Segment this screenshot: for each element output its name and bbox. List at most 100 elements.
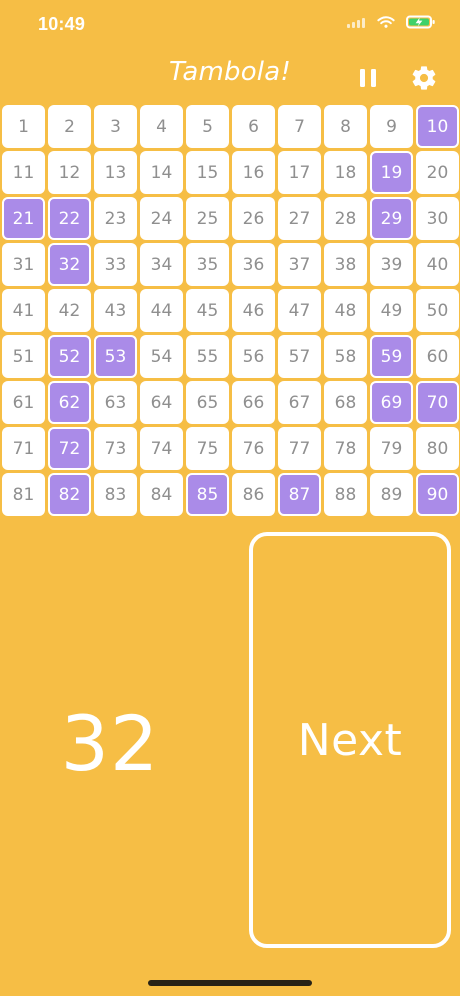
app-header: Tambola! xyxy=(0,54,460,98)
settings-button[interactable] xyxy=(406,60,442,96)
number-tile[interactable]: 9 xyxy=(370,105,413,148)
number-tile[interactable]: 4 xyxy=(140,105,183,148)
next-button-label: Next xyxy=(297,714,403,766)
number-tile[interactable]: 40 xyxy=(416,243,459,286)
number-tile[interactable]: 8 xyxy=(324,105,367,148)
number-tile[interactable]: 3 xyxy=(94,105,137,148)
number-tile[interactable]: 53 xyxy=(94,335,137,378)
number-tile[interactable]: 64 xyxy=(140,381,183,424)
number-tile[interactable]: 54 xyxy=(140,335,183,378)
number-tile[interactable]: 85 xyxy=(186,473,229,516)
number-tile[interactable]: 66 xyxy=(232,381,275,424)
number-tile[interactable]: 77 xyxy=(278,427,321,470)
number-tile[interactable]: 49 xyxy=(370,289,413,332)
number-tile[interactable]: 20 xyxy=(416,151,459,194)
number-tile[interactable]: 12 xyxy=(48,151,91,194)
number-tile[interactable]: 47 xyxy=(278,289,321,332)
number-tile[interactable]: 15 xyxy=(186,151,229,194)
number-tile[interactable]: 67 xyxy=(278,381,321,424)
number-tile[interactable]: 39 xyxy=(370,243,413,286)
number-tile[interactable]: 17 xyxy=(278,151,321,194)
number-tile[interactable]: 63 xyxy=(94,381,137,424)
number-tile[interactable]: 30 xyxy=(416,197,459,240)
number-tile[interactable]: 72 xyxy=(48,427,91,470)
number-tile[interactable]: 33 xyxy=(94,243,137,286)
number-tile[interactable]: 74 xyxy=(140,427,183,470)
number-tile[interactable]: 13 xyxy=(94,151,137,194)
number-tile[interactable]: 88 xyxy=(324,473,367,516)
number-tile[interactable]: 59 xyxy=(370,335,413,378)
number-tile[interactable]: 43 xyxy=(94,289,137,332)
number-tile[interactable]: 48 xyxy=(324,289,367,332)
number-tile[interactable]: 23 xyxy=(94,197,137,240)
number-tile[interactable]: 51 xyxy=(2,335,45,378)
number-tile[interactable]: 87 xyxy=(278,473,321,516)
number-tile[interactable]: 28 xyxy=(324,197,367,240)
number-tile[interactable]: 62 xyxy=(48,381,91,424)
number-tile[interactable]: 21 xyxy=(2,197,45,240)
number-tile[interactable]: 11 xyxy=(2,151,45,194)
number-tile[interactable]: 41 xyxy=(2,289,45,332)
number-tile[interactable]: 75 xyxy=(186,427,229,470)
number-tile[interactable]: 55 xyxy=(186,335,229,378)
number-tile[interactable]: 19 xyxy=(370,151,413,194)
number-tile[interactable]: 16 xyxy=(232,151,275,194)
number-tile[interactable]: 78 xyxy=(324,427,367,470)
status-icons xyxy=(346,15,436,29)
number-tile[interactable]: 25 xyxy=(186,197,229,240)
number-tile[interactable]: 1 xyxy=(2,105,45,148)
number-tile[interactable]: 6 xyxy=(232,105,275,148)
number-tile[interactable]: 29 xyxy=(370,197,413,240)
number-tile[interactable]: 2 xyxy=(48,105,91,148)
number-tile[interactable]: 60 xyxy=(416,335,459,378)
number-tile[interactable]: 65 xyxy=(186,381,229,424)
number-tile[interactable]: 57 xyxy=(278,335,321,378)
current-number: 32 xyxy=(60,698,160,788)
number-tile[interactable]: 89 xyxy=(370,473,413,516)
number-tile[interactable]: 68 xyxy=(324,381,367,424)
number-tile[interactable]: 71 xyxy=(2,427,45,470)
number-tile[interactable]: 14 xyxy=(140,151,183,194)
number-tile[interactable]: 46 xyxy=(232,289,275,332)
status-bar: 10:49 xyxy=(0,0,460,54)
number-tile[interactable]: 61 xyxy=(2,381,45,424)
number-tile[interactable]: 84 xyxy=(140,473,183,516)
number-tile[interactable]: 80 xyxy=(416,427,459,470)
number-tile[interactable]: 50 xyxy=(416,289,459,332)
number-tile[interactable]: 35 xyxy=(186,243,229,286)
number-tile[interactable]: 81 xyxy=(2,473,45,516)
number-tile[interactable]: 82 xyxy=(48,473,91,516)
number-tile[interactable]: 26 xyxy=(232,197,275,240)
number-tile[interactable]: 31 xyxy=(2,243,45,286)
number-tile[interactable]: 79 xyxy=(370,427,413,470)
number-tile[interactable]: 10 xyxy=(416,105,459,148)
number-tile[interactable]: 24 xyxy=(140,197,183,240)
number-tile[interactable]: 58 xyxy=(324,335,367,378)
next-button[interactable]: Next xyxy=(249,532,451,948)
number-tile[interactable]: 5 xyxy=(186,105,229,148)
number-tile[interactable]: 37 xyxy=(278,243,321,286)
number-tile[interactable]: 42 xyxy=(48,289,91,332)
number-tile[interactable]: 22 xyxy=(48,197,91,240)
number-tile[interactable]: 27 xyxy=(278,197,321,240)
number-tile[interactable]: 86 xyxy=(232,473,275,516)
number-tile[interactable]: 69 xyxy=(370,381,413,424)
number-tile[interactable]: 83 xyxy=(94,473,137,516)
number-tile[interactable]: 36 xyxy=(232,243,275,286)
number-tile[interactable]: 18 xyxy=(324,151,367,194)
number-tile[interactable]: 38 xyxy=(324,243,367,286)
pause-button[interactable] xyxy=(350,60,386,96)
status-time: 10:49 xyxy=(38,14,86,34)
number-tile[interactable]: 7 xyxy=(278,105,321,148)
gear-icon xyxy=(410,64,438,92)
number-tile[interactable]: 70 xyxy=(416,381,459,424)
number-tile[interactable]: 52 xyxy=(48,335,91,378)
number-tile[interactable]: 44 xyxy=(140,289,183,332)
number-tile[interactable]: 45 xyxy=(186,289,229,332)
number-tile[interactable]: 73 xyxy=(94,427,137,470)
number-tile[interactable]: 32 xyxy=(48,243,91,286)
number-tile[interactable]: 34 xyxy=(140,243,183,286)
number-tile[interactable]: 76 xyxy=(232,427,275,470)
number-tile[interactable]: 56 xyxy=(232,335,275,378)
number-tile[interactable]: 90 xyxy=(416,473,459,516)
